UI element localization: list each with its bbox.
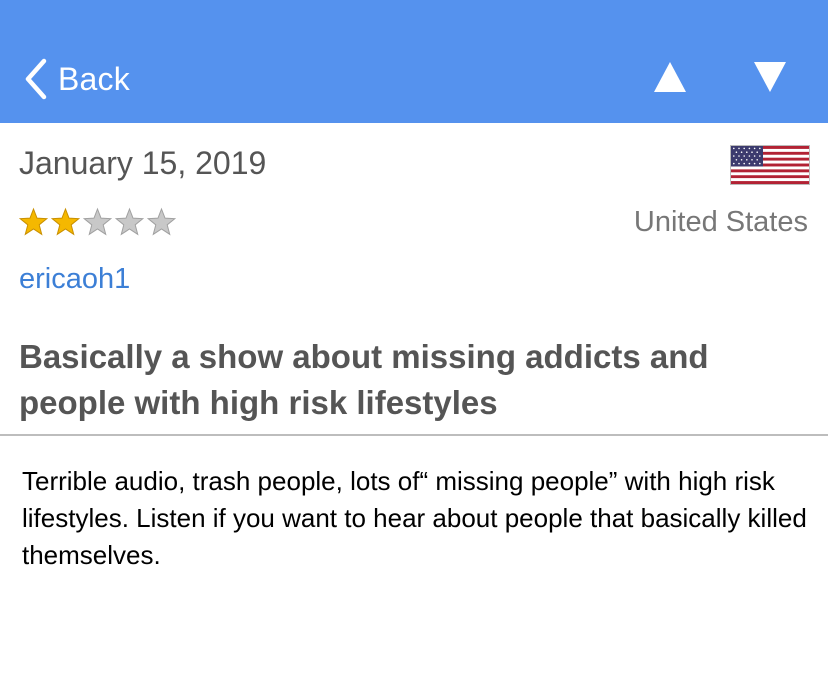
star-filled-icon (18, 207, 49, 237)
review-country: United States (633, 206, 808, 238)
review-body: Terrible audio, trash people, lots of“ m… (22, 466, 807, 570)
star-rating (18, 207, 178, 237)
triangle-up-icon (652, 60, 688, 94)
review-date: January 15, 2019 (19, 145, 267, 181)
back-button[interactable]: Back (24, 56, 130, 102)
star-empty-icon (82, 207, 113, 237)
chevron-left-icon (24, 58, 48, 100)
us-flag-icon (730, 145, 810, 185)
navigation-bar: Back (0, 0, 828, 123)
previous-review-button[interactable] (652, 60, 688, 94)
star-empty-icon (114, 207, 145, 237)
back-label: Back (58, 60, 130, 97)
star-filled-icon (50, 207, 81, 237)
review-title: Basically a show about missing addicts a… (19, 338, 709, 421)
triangle-down-icon (752, 60, 788, 94)
author-link[interactable]: ericaoh1 (19, 263, 130, 296)
star-empty-icon (146, 207, 177, 237)
next-review-button[interactable] (752, 60, 788, 94)
divider (0, 434, 828, 436)
